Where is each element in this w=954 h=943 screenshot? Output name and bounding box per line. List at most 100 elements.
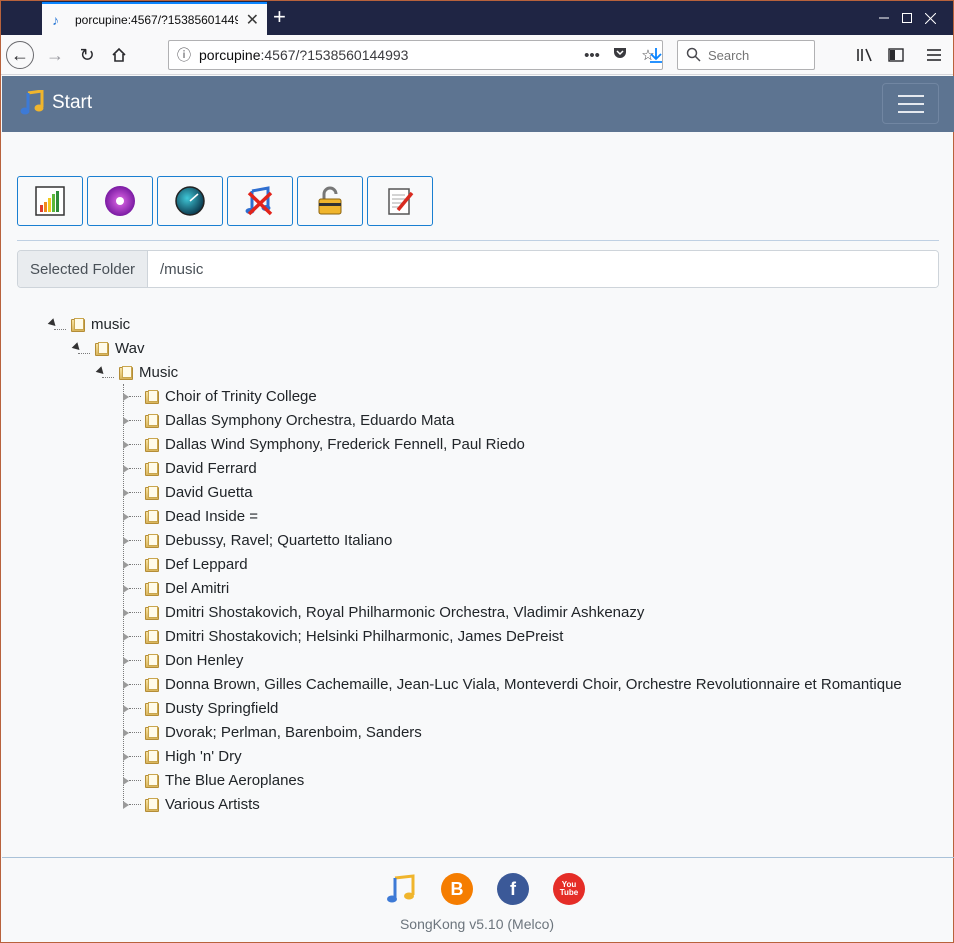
youtube-icon[interactable]: You Tube <box>553 873 585 905</box>
tree-connector <box>129 444 141 445</box>
tree-node-leaf[interactable]: The Blue Aeroplanes <box>122 768 304 792</box>
folder-icon <box>144 677 159 692</box>
blogger-icon[interactable]: B <box>441 873 473 905</box>
new-tab-icon[interactable]: + <box>273 5 286 29</box>
tree-connector <box>129 396 141 397</box>
expand-arrow <box>123 609 129 617</box>
songkong-link[interactable] <box>385 873 417 905</box>
navbar-toggle-button[interactable] <box>882 83 939 124</box>
tree-node-level2[interactable]: Music <box>95 360 178 384</box>
pocket-icon[interactable] <box>606 46 634 64</box>
expand-icon[interactable] <box>122 726 141 738</box>
tree-node-leaf[interactable]: Donna Brown, Gilles Cachemaille, Jean-Lu… <box>122 672 902 696</box>
tree-node-leaf[interactable]: Dallas Symphony Orchestra, Eduardo Mata <box>122 408 454 432</box>
tree-node-label: Various Artists <box>165 795 260 813</box>
tree-node-leaf[interactable]: David Ferrard <box>122 456 257 480</box>
brand-link[interactable]: Start <box>20 90 92 116</box>
tree-node-leaf[interactable]: Don Henley <box>122 648 243 672</box>
expand-arrow <box>123 705 129 713</box>
navigation-bar: ← → ↻ ⓘ porcupine:4567/?1538560144993 ••… <box>1 35 953 75</box>
expand-icon[interactable] <box>122 390 141 402</box>
expand-icon[interactable] <box>122 678 141 690</box>
url-text[interactable]: porcupine:4567/?1538560144993 <box>199 47 578 63</box>
tree-node-leaf[interactable]: Dmitri Shostakovich; Helsinki Philharmon… <box>122 624 563 648</box>
selected-folder-group: Selected Folder <box>17 250 939 288</box>
music-note-icon <box>20 90 44 115</box>
expand-icon[interactable] <box>122 534 141 546</box>
tree-node-root[interactable]: music <box>47 312 130 336</box>
expand-icon[interactable] <box>122 414 141 426</box>
tree-node-label: Wav <box>115 339 145 357</box>
search-input[interactable] <box>708 47 808 63</box>
tree-connector <box>129 636 141 637</box>
status-report-button[interactable] <box>17 176 83 226</box>
download-icon[interactable] <box>642 41 670 69</box>
sidebar-icon[interactable] <box>882 41 910 69</box>
expand-icon[interactable] <box>122 630 141 642</box>
expand-arrow <box>123 681 129 689</box>
expand-icon[interactable] <box>122 702 141 714</box>
expand-icon[interactable] <box>122 606 141 618</box>
home-icon[interactable] <box>105 41 133 69</box>
search-field[interactable] <box>677 40 815 70</box>
collapse-icon[interactable] <box>71 342 90 354</box>
song-kong-analysis-button[interactable] <box>157 176 223 226</box>
expand-icon[interactable] <box>122 750 141 762</box>
tab-close-icon[interactable]: ✕ <box>246 10 259 30</box>
expand-icon[interactable] <box>122 798 141 810</box>
page-actions-icon[interactable]: ••• <box>578 47 606 64</box>
tree-node-leaf[interactable]: Dvorak; Perlman, Barenboim, Sanders <box>122 720 422 744</box>
expand-icon[interactable] <box>122 438 141 450</box>
tree-node-label: Dallas Symphony Orchestra, Eduardo Mata <box>165 411 455 429</box>
folder-icon <box>144 461 159 476</box>
browser-tab[interactable]: ♪ porcupine:4567/?153856014499 ✕ <box>42 2 267 35</box>
footer-links: B f You Tube <box>385 873 585 905</box>
expand-arrow <box>123 489 129 497</box>
forward-icon[interactable]: → <box>41 41 69 69</box>
selected-folder-input[interactable] <box>148 251 938 287</box>
create-report-button[interactable] <box>367 176 433 226</box>
info-icon[interactable]: ⓘ <box>169 45 199 65</box>
library-icon[interactable] <box>851 41 879 69</box>
reload-icon[interactable]: ↻ <box>73 41 101 69</box>
folder-icon <box>144 701 159 716</box>
tree-node-leaf[interactable]: David Guetta <box>122 480 253 504</box>
delete-music-icon <box>245 186 273 216</box>
menu-icon[interactable] <box>920 41 948 69</box>
collapse-icon[interactable] <box>47 318 66 330</box>
url-bar[interactable]: ⓘ porcupine:4567/?1538560144993 ••• ☆ <box>168 40 663 70</box>
tree-node-leaf[interactable]: High 'n' Dry <box>122 744 242 768</box>
tree-connector <box>129 612 141 613</box>
tree-node-leaf[interactable]: Def Leppard <box>122 552 248 576</box>
tree-node-leaf[interactable]: Dusty Springfield <box>122 696 278 720</box>
expand-arrow <box>123 801 129 809</box>
collapse-icon[interactable] <box>95 366 114 378</box>
tree-node-label: Debussy, Ravel; Quartetto Italiano <box>165 531 393 549</box>
expand-icon[interactable] <box>122 654 141 666</box>
tree-connector <box>129 684 141 685</box>
expand-icon[interactable] <box>122 558 141 570</box>
back-icon[interactable]: ← <box>6 41 34 69</box>
tree-node-leaf[interactable]: Del Amitri <box>122 576 229 600</box>
tree-node-leaf[interactable]: Dead Inside = <box>122 504 258 528</box>
task-toolbar <box>17 176 433 226</box>
expand-icon[interactable] <box>122 510 141 522</box>
tree-node-leaf[interactable]: Various Artists <box>122 792 260 816</box>
tree-node-leaf[interactable]: Debussy, Ravel; Quartetto Italiano <box>122 528 392 552</box>
tree-node-leaf[interactable]: Choir of Trinity College <box>122 384 317 408</box>
facebook-icon[interactable]: f <box>497 873 529 905</box>
version-text: SongKong v5.10 (Melco) <box>399 916 555 932</box>
expand-icon[interactable] <box>122 582 141 594</box>
tree-node-leaf[interactable]: Dmitri Shostakovich, Royal Philharmonic … <box>122 600 644 624</box>
expand-icon[interactable] <box>122 462 141 474</box>
fix-songs-button[interactable] <box>87 176 153 226</box>
close-window-icon[interactable] <box>907 1 953 35</box>
tree-node-level1[interactable]: Wav <box>71 336 145 360</box>
undo-changes-button[interactable] <box>297 176 363 226</box>
expand-arrow <box>123 633 129 641</box>
expand-icon[interactable] <box>122 486 141 498</box>
maximize-icon[interactable] <box>861 1 912 35</box>
expand-icon[interactable] <box>122 774 141 786</box>
delete-duplicates-button[interactable] <box>227 176 293 226</box>
tree-node-leaf[interactable]: Dallas Wind Symphony, Frederick Fennell,… <box>122 432 525 456</box>
